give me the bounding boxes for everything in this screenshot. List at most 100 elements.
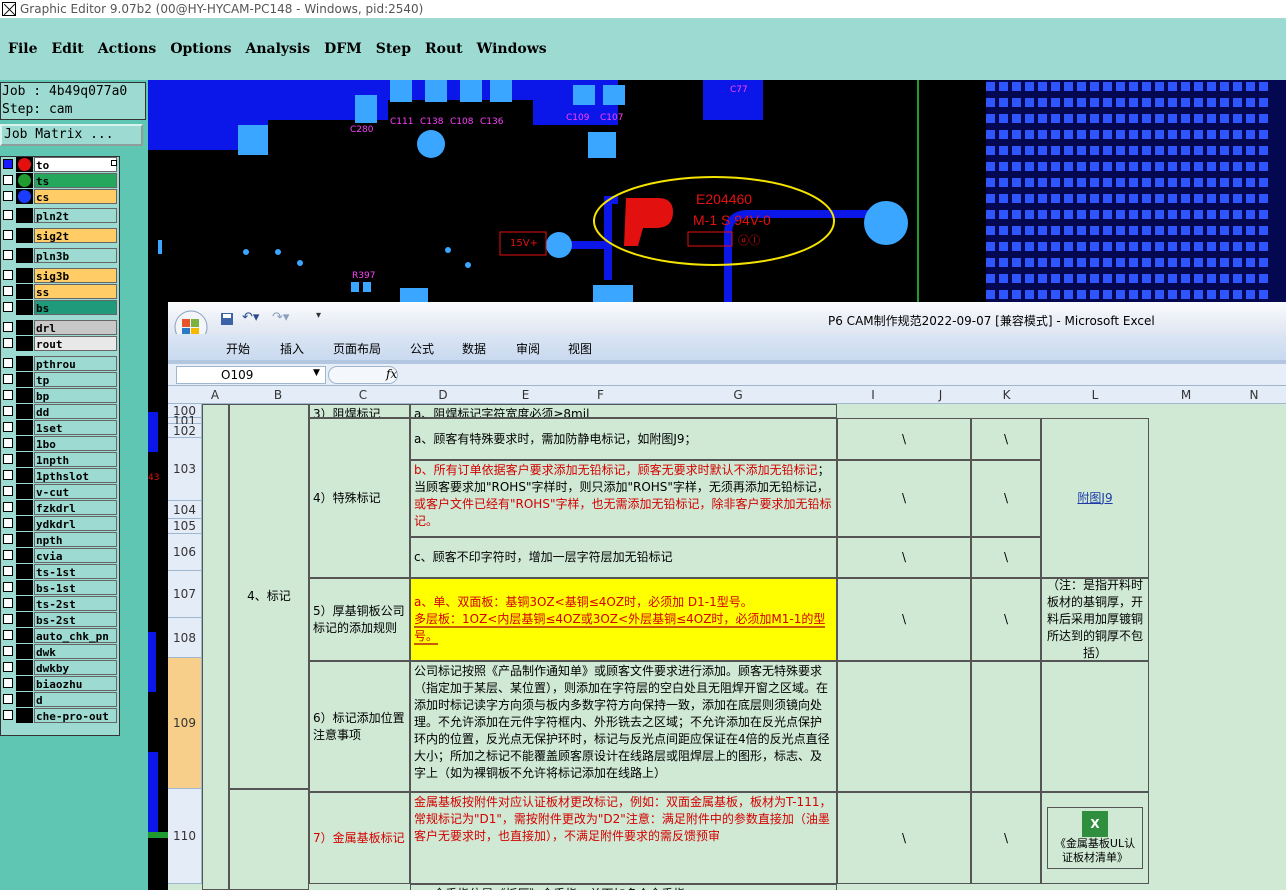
cell-row100-c[interactable]: 3）阻焊标记 (309, 404, 410, 418)
cell-row101-d[interactable]: a、顾客有特殊要求时，需加防静电标记，如附图J9； (410, 418, 837, 460)
row-header[interactable]: 103 (168, 438, 202, 501)
column-header[interactable]: J (908, 388, 973, 402)
column-header[interactable]: K (973, 388, 1040, 402)
layer-row[interactable]: 1bo (1, 436, 119, 451)
layer-checkbox[interactable] (3, 322, 13, 332)
cell-row100-d[interactable]: a、阻焊标记字符宽度必须≥8mil (410, 404, 837, 418)
layer-row[interactable]: ts (1, 173, 119, 188)
layer-row[interactable]: dwk (1, 644, 119, 659)
layer-checkbox[interactable] (3, 438, 13, 448)
layer-checkbox[interactable] (3, 338, 13, 348)
layer-row[interactable]: fzkdrl (1, 500, 119, 515)
layer-checkbox[interactable] (3, 630, 13, 640)
cell-row103-k[interactable]: \ (971, 460, 1041, 537)
tab-page-layout[interactable]: 页面布局 (333, 340, 381, 357)
layer-row[interactable]: dd (1, 404, 119, 419)
cell-row109-d[interactable]: 公司标记按照《产品制作通知单》或顾客文件要求进行添加。顾客无特殊要求（指定加于某… (410, 661, 837, 792)
cell-row110-d[interactable]: 金属基板按附件对应认证板材更改标记，例如：双面金属基板，板材为T-111，常规标… (410, 792, 837, 884)
menu-options[interactable]: Options (170, 41, 231, 57)
layer-checkbox[interactable] (3, 662, 13, 672)
menu-edit[interactable]: Edit (51, 41, 83, 57)
layer-checkbox[interactable] (3, 175, 13, 185)
column-header[interactable]: L (1040, 388, 1150, 402)
menu-analysis[interactable]: Analysis (245, 41, 310, 57)
layer-checkbox[interactable] (3, 550, 13, 560)
layer-row[interactable]: bs-2st (1, 612, 119, 627)
cell-row109-k[interactable] (971, 661, 1041, 792)
row-header[interactable]: 107 (168, 571, 202, 618)
layer-checkbox[interactable] (3, 286, 13, 296)
menu-file[interactable]: File (8, 41, 37, 57)
column-header[interactable]: C (328, 388, 398, 402)
layer-row[interactable]: ss (1, 284, 119, 299)
name-box-dropdown-icon[interactable]: ▼ (313, 368, 320, 378)
cell-row107-i[interactable]: \ (837, 578, 971, 661)
layer-checkbox[interactable] (3, 159, 13, 169)
layer-row[interactable]: bp (1, 388, 119, 403)
cell-row103-d[interactable]: b、所有订单依据客户要求添加无铅标记，顾客无要求时默认不添加无铅标记；当顾客要求… (410, 460, 837, 537)
menu-step[interactable]: Step (376, 41, 411, 57)
layer-checkbox[interactable] (3, 502, 13, 512)
redo-icon[interactable]: ↷▾ (272, 310, 289, 325)
cell-thick-copper[interactable]: 5）厚基铜板公司标记的添加规则 (309, 578, 410, 661)
layer-checkbox[interactable] (3, 230, 13, 240)
layer-row[interactable]: cvia (1, 548, 119, 563)
layer-row[interactable]: 1set (1, 420, 119, 435)
layer-checkbox[interactable] (3, 614, 13, 624)
cell-attachment[interactable]: X 《金属基板UL认证板材清单》 (1041, 792, 1149, 884)
layer-checkbox[interactable] (3, 470, 13, 480)
cell-attention[interactable]: 6）标记添加位置注意事项 (309, 661, 410, 792)
layer-checkbox[interactable] (3, 358, 13, 368)
layer-row[interactable]: 1npth (1, 452, 119, 467)
column-header[interactable]: E (488, 388, 563, 402)
layer-checkbox[interactable] (3, 454, 13, 464)
menu-actions[interactable]: Actions (98, 41, 157, 57)
layer-row[interactable]: to (1, 157, 119, 172)
layer-checkbox[interactable] (3, 694, 13, 704)
layer-row[interactable]: che-pro-out (1, 708, 119, 723)
layer-row[interactable]: sig3b (1, 268, 119, 283)
column-header[interactable]: B (228, 388, 328, 402)
cell-row101-k[interactable]: \ (971, 418, 1041, 460)
layer-row[interactable]: bs-1st (1, 580, 119, 595)
menu-windows[interactable]: Windows (477, 41, 547, 57)
cell-row103-i[interactable]: \ (837, 460, 971, 537)
cell-next-row[interactable]: a、金手指位是《板厚》金手指，单面加多个金手指...... (410, 884, 837, 890)
row-header[interactable]: 105 (168, 519, 202, 534)
fx-button[interactable]: fx (386, 367, 397, 381)
layer-row[interactable]: biaozhu (1, 676, 119, 691)
layer-row[interactable]: tp (1, 372, 119, 387)
layer-checkbox[interactable] (3, 406, 13, 416)
qat-dropdown-icon[interactable]: ▾ (316, 310, 321, 321)
cell-column-a[interactable] (202, 404, 229, 890)
cell-row105-d[interactable]: c、顾客不印字符时，增加一层字符层加无铅标记 (410, 537, 837, 578)
row-header[interactable]: 108 (168, 618, 202, 658)
layer-checkbox[interactable] (3, 486, 13, 496)
row-header[interactable]: 102 (168, 424, 202, 438)
cell-note[interactable]: （注：是指开料时板材的基铜厚，开料后采用加厚镀铜所达到的铜厚不包括） (1041, 578, 1149, 661)
layer-row[interactable]: bs (1, 300, 119, 315)
job-matrix-button[interactable]: Job Matrix ... (0, 124, 143, 146)
cell-row101-i[interactable]: \ (837, 418, 971, 460)
column-header[interactable]: F (563, 388, 638, 402)
embedded-attachment[interactable]: X 《金属基板UL认证板材清单》 (1047, 807, 1143, 869)
cell-row109-i[interactable] (837, 661, 971, 792)
layer-checkbox[interactable] (3, 582, 13, 592)
tab-insert[interactable]: 插入 (280, 340, 304, 357)
row-header[interactable]: 104 (168, 501, 202, 519)
layer-checkbox[interactable] (3, 710, 13, 720)
cell-row107-k[interactable]: \ (971, 578, 1041, 661)
column-header[interactable]: A (202, 388, 228, 402)
column-header[interactable]: I (838, 388, 908, 402)
cell-section-title[interactable]: 4、标记 (229, 404, 309, 789)
layer-row[interactable]: pthrou (1, 356, 119, 371)
save-icon[interactable] (220, 312, 234, 326)
layer-checkbox[interactable] (3, 270, 13, 280)
cell-row105-i[interactable]: \ (837, 537, 971, 578)
layer-row[interactable]: drl (1, 320, 119, 335)
layer-row[interactable]: dwkby (1, 660, 119, 675)
tab-data[interactable]: 数据 (462, 340, 486, 357)
layer-checkbox[interactable] (3, 210, 13, 220)
cell-link-j9[interactable]: 附图J9 (1041, 418, 1149, 578)
tab-home[interactable]: 开始 (226, 340, 250, 357)
